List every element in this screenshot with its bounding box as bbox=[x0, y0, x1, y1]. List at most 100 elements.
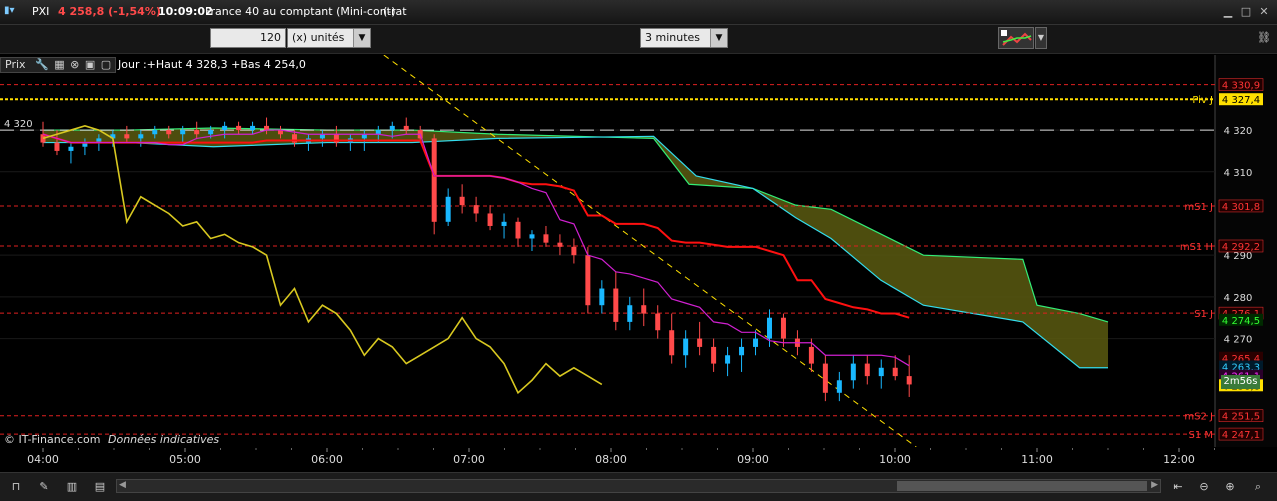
candle-body bbox=[543, 234, 549, 243]
watermark-source: © IT-Finance.com bbox=[4, 433, 101, 446]
candle-body bbox=[487, 213, 493, 226]
watermark: © IT-Finance.com Données indicatives bbox=[4, 433, 219, 446]
candle-body bbox=[822, 363, 828, 393]
bottom-bar: ⊓ ✎ ▥ ▤ ◀ ▶ ⇤ ⊖ ⊕ ⌕ bbox=[0, 472, 1277, 501]
level-name: S1 M bbox=[1188, 430, 1213, 441]
x-tick-label: 07:00 bbox=[453, 453, 485, 466]
scroll-right-icon[interactable]: ▶ bbox=[1151, 480, 1158, 490]
app-icon[interactable]: ▮▾ bbox=[4, 5, 15, 16]
candle-body bbox=[236, 125, 242, 131]
chart-type-dropdown-icon[interactable]: ▼ bbox=[1035, 27, 1047, 49]
minimize-icon[interactable]: ▁ bbox=[1220, 4, 1236, 20]
zoom-reset-icon[interactable]: ⇤ bbox=[1170, 479, 1186, 495]
time-scrollbar[interactable]: ◀ ▶ bbox=[116, 479, 1161, 493]
units-input[interactable]: 120 bbox=[210, 28, 286, 48]
candle-body bbox=[655, 313, 661, 331]
candle-body bbox=[501, 221, 507, 226]
panel-label: Prix bbox=[5, 58, 26, 71]
template-icon[interactable]: ▤ bbox=[92, 479, 108, 495]
chart-type-icon[interactable] bbox=[998, 27, 1034, 49]
maximize-panel-icon[interactable]: ▢ bbox=[101, 58, 111, 71]
zoom-fit-icon[interactable]: ⌕ bbox=[1250, 479, 1266, 495]
candle-body bbox=[361, 134, 367, 139]
close-icon[interactable]: ✕ bbox=[1256, 4, 1272, 20]
candle-body bbox=[250, 125, 256, 131]
x-tick-label: 10:00 bbox=[879, 453, 911, 466]
countdown-timer: 2m56s bbox=[1221, 375, 1260, 389]
magnet-icon[interactable]: ⊓ bbox=[8, 479, 24, 495]
candle-body bbox=[641, 305, 647, 314]
zoom-in-icon[interactable]: ⊕ bbox=[1222, 479, 1238, 495]
y-tick-label: 4 310 bbox=[1224, 168, 1253, 179]
chikou-line bbox=[42, 125, 603, 395]
level-name: mS1 J bbox=[1184, 202, 1213, 213]
candle-body bbox=[152, 130, 158, 135]
candle-body bbox=[68, 146, 74, 151]
x-tick-label: 06:00 bbox=[311, 453, 343, 466]
indicators-icon[interactable]: ▥ bbox=[64, 479, 80, 495]
candle-body bbox=[808, 346, 814, 364]
units-label: (x) unités bbox=[292, 31, 345, 44]
units-dropdown[interactable]: (x) unités ▼ bbox=[287, 28, 371, 48]
level-name: mS2 J bbox=[1184, 412, 1213, 423]
level-name: mS1 H bbox=[1180, 242, 1213, 253]
candle-body bbox=[627, 305, 633, 322]
candle-body bbox=[571, 246, 577, 256]
candle-body bbox=[613, 288, 619, 322]
level-value: 4 330,9 bbox=[1222, 81, 1260, 92]
candle-body bbox=[850, 363, 856, 381]
candle-body bbox=[180, 130, 186, 135]
wrench-icon[interactable]: 🔧 bbox=[35, 58, 49, 71]
drawing-icon[interactable]: ✎ bbox=[36, 479, 52, 495]
toolbar: 120 (x) unités ▼ 3 minutes ▼ ▼ ⛓ bbox=[0, 25, 1277, 54]
candle-body bbox=[54, 142, 60, 151]
candle-body bbox=[878, 367, 884, 377]
symbol: PXI bbox=[32, 5, 50, 18]
candle-body bbox=[836, 380, 842, 393]
candle-body bbox=[906, 376, 912, 385]
y-tick-label: 4 270 bbox=[1224, 335, 1253, 346]
candle-body bbox=[766, 317, 772, 339]
candle-body bbox=[864, 363, 870, 377]
instrument-flag: (-) bbox=[383, 5, 396, 18]
panel-info: Jour :+Haut 4 328,3 +Bas 4 254,0 bbox=[118, 58, 306, 71]
indicator-icon[interactable]: ▣ bbox=[85, 58, 95, 71]
candle-body bbox=[753, 338, 759, 347]
candle-body bbox=[892, 367, 898, 377]
candle-body bbox=[599, 288, 605, 306]
scroll-thumb[interactable] bbox=[897, 481, 1147, 491]
candle-body bbox=[222, 125, 228, 131]
level-value: 4 251,5 bbox=[1222, 412, 1260, 423]
candle-body bbox=[459, 196, 465, 206]
level-name: S1 J bbox=[1194, 309, 1213, 320]
price-panel-header: Prix 🔧 ▦ ⊗ ▣ ▢ bbox=[0, 57, 117, 73]
zoom-out-icon[interactable]: ⊖ bbox=[1196, 479, 1212, 495]
candle-body bbox=[711, 346, 717, 364]
candle-body bbox=[557, 242, 563, 247]
candle-body bbox=[529, 234, 535, 239]
level-value: 4 292,2 bbox=[1222, 242, 1260, 253]
level-value: 4 301,8 bbox=[1222, 202, 1260, 213]
interval-dropdown[interactable]: 3 minutes ▼ bbox=[640, 28, 728, 48]
price-chart[interactable]: 4 320 4 310 4 290 4 280 4 270 4 320 Piv J4 327… bbox=[0, 54, 1277, 448]
candle-body bbox=[389, 125, 395, 131]
scroll-left-icon[interactable]: ◀ bbox=[119, 480, 126, 490]
time-axis-canvas: 04:00 05:00 06:00 07:00 08:00 09:00 10:00 11:00… bbox=[27, 448, 1215, 466]
maximize-icon[interactable]: □ bbox=[1238, 4, 1254, 20]
candle-body bbox=[194, 130, 200, 135]
link-icon[interactable]: ⛓ bbox=[1256, 27, 1272, 49]
y-tick-label: 4 280 bbox=[1224, 293, 1253, 304]
x-tick-label: 09:00 bbox=[737, 453, 769, 466]
watermark-note: Données indicatives bbox=[108, 433, 220, 446]
remove-icon[interactable]: ⊗ bbox=[70, 58, 79, 71]
candle-body bbox=[739, 346, 745, 356]
candle-body bbox=[669, 330, 675, 356]
chevron-down-icon: ▼ bbox=[710, 29, 727, 47]
candle-body bbox=[375, 130, 381, 135]
settings-icon[interactable]: ▦ bbox=[54, 58, 64, 71]
kijun-line bbox=[42, 133, 910, 319]
chart-canvas[interactable]: 4 3204 3104 2904 2804 2704 320Piv J4 327… bbox=[0, 54, 1277, 448]
x-tick-label: 12:00 bbox=[1163, 453, 1195, 466]
x-tick-label: 08:00 bbox=[595, 453, 627, 466]
level-value: 4 327,4 bbox=[1222, 95, 1260, 106]
